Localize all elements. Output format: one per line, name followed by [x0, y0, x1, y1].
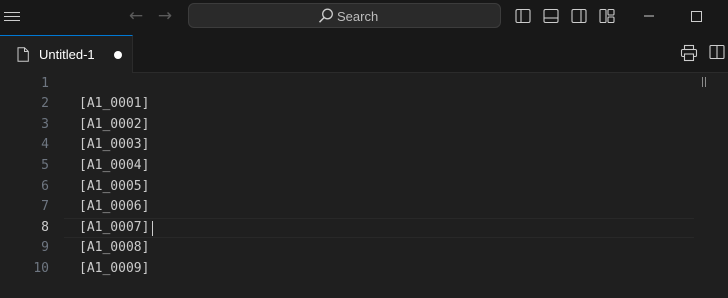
search-label: Search — [337, 8, 379, 24]
editor-line[interactable]: 3 [A1_0002] — [0, 115, 700, 136]
minimize-icon[interactable] — [636, 4, 662, 28]
search-box[interactable]: Search — [188, 3, 501, 28]
line-text[interactable]: [A1_0007] — [79, 218, 149, 239]
editor-line[interactable]: 7 [A1_0006] — [0, 197, 700, 218]
file-icon — [17, 47, 29, 62]
editor-line[interactable]: 8 [A1_0007] — [0, 217, 700, 239]
line-text[interactable]: [A1_0006] — [79, 197, 149, 218]
line-text[interactable]: [A1_0001] — [79, 94, 149, 115]
editor-line[interactable]: 1 — [0, 74, 700, 95]
editor-area[interactable]: 1 2 [A1_0001] 3 [A1_0002] 4 [A1_0003] 5 [A1_0004… — [0, 73, 728, 298]
split-editor-icon[interactable] — [709, 44, 725, 60]
line-number: 1 — [41, 75, 49, 91]
tab-label: Untitled-1 — [39, 47, 95, 62]
line-text[interactable]: [A1_0009] — [79, 259, 149, 280]
editor-line[interactable]: 10 [A1_0009] — [0, 259, 700, 280]
line-number: 9 — [41, 240, 49, 256]
line-text[interactable]: [A1_0005] — [79, 177, 149, 198]
line-text[interactable]: [A1_0004] — [79, 156, 149, 177]
back-arrow-icon[interactable]: ← — [126, 4, 146, 28]
editor-line[interactable]: 5 [A1_0004] — [0, 156, 700, 177]
line-number: 5 — [41, 157, 49, 173]
line-number: 4 — [41, 137, 49, 153]
editor-line[interactable]: 2 [A1_0001] — [0, 94, 700, 115]
line-number: 6 — [41, 178, 49, 194]
toggle-panel-icon[interactable] — [543, 8, 559, 24]
line-number: 10 — [33, 260, 49, 276]
title-bar: ← → Search — [0, 0, 728, 35]
minimap-slider[interactable] — [702, 77, 706, 87]
menu-icon[interactable] — [0, 4, 26, 30]
customize-layout-icon[interactable] — [599, 8, 615, 24]
maximize-icon[interactable] — [683, 4, 709, 28]
line-number: 2 — [41, 96, 49, 112]
editor-line[interactable]: 6 [A1_0005] — [0, 177, 700, 198]
editor-line[interactable]: 9 [A1_0008] — [0, 238, 700, 259]
print-icon[interactable] — [680, 44, 698, 62]
line-text[interactable]: [A1_0003] — [79, 135, 149, 156]
tab-bar: Untitled-1 — [0, 35, 728, 73]
search-icon — [318, 8, 333, 23]
unsaved-dot-icon[interactable] — [114, 51, 122, 59]
editor-line[interactable]: 4 [A1_0003] — [0, 135, 700, 156]
line-number: 3 — [41, 116, 49, 132]
toggle-secondary-sidebar-icon[interactable] — [571, 8, 587, 24]
line-number: 8 — [41, 219, 49, 235]
toggle-primary-sidebar-icon[interactable] — [515, 8, 531, 24]
line-text[interactable]: [A1_0002] — [79, 115, 149, 136]
line-number: 7 — [41, 199, 49, 215]
text-cursor — [152, 220, 153, 236]
tab-untitled-1[interactable]: Untitled-1 — [0, 35, 133, 73]
line-text[interactable]: [A1_0008] — [79, 238, 149, 259]
forward-arrow-icon[interactable]: → — [155, 4, 175, 28]
